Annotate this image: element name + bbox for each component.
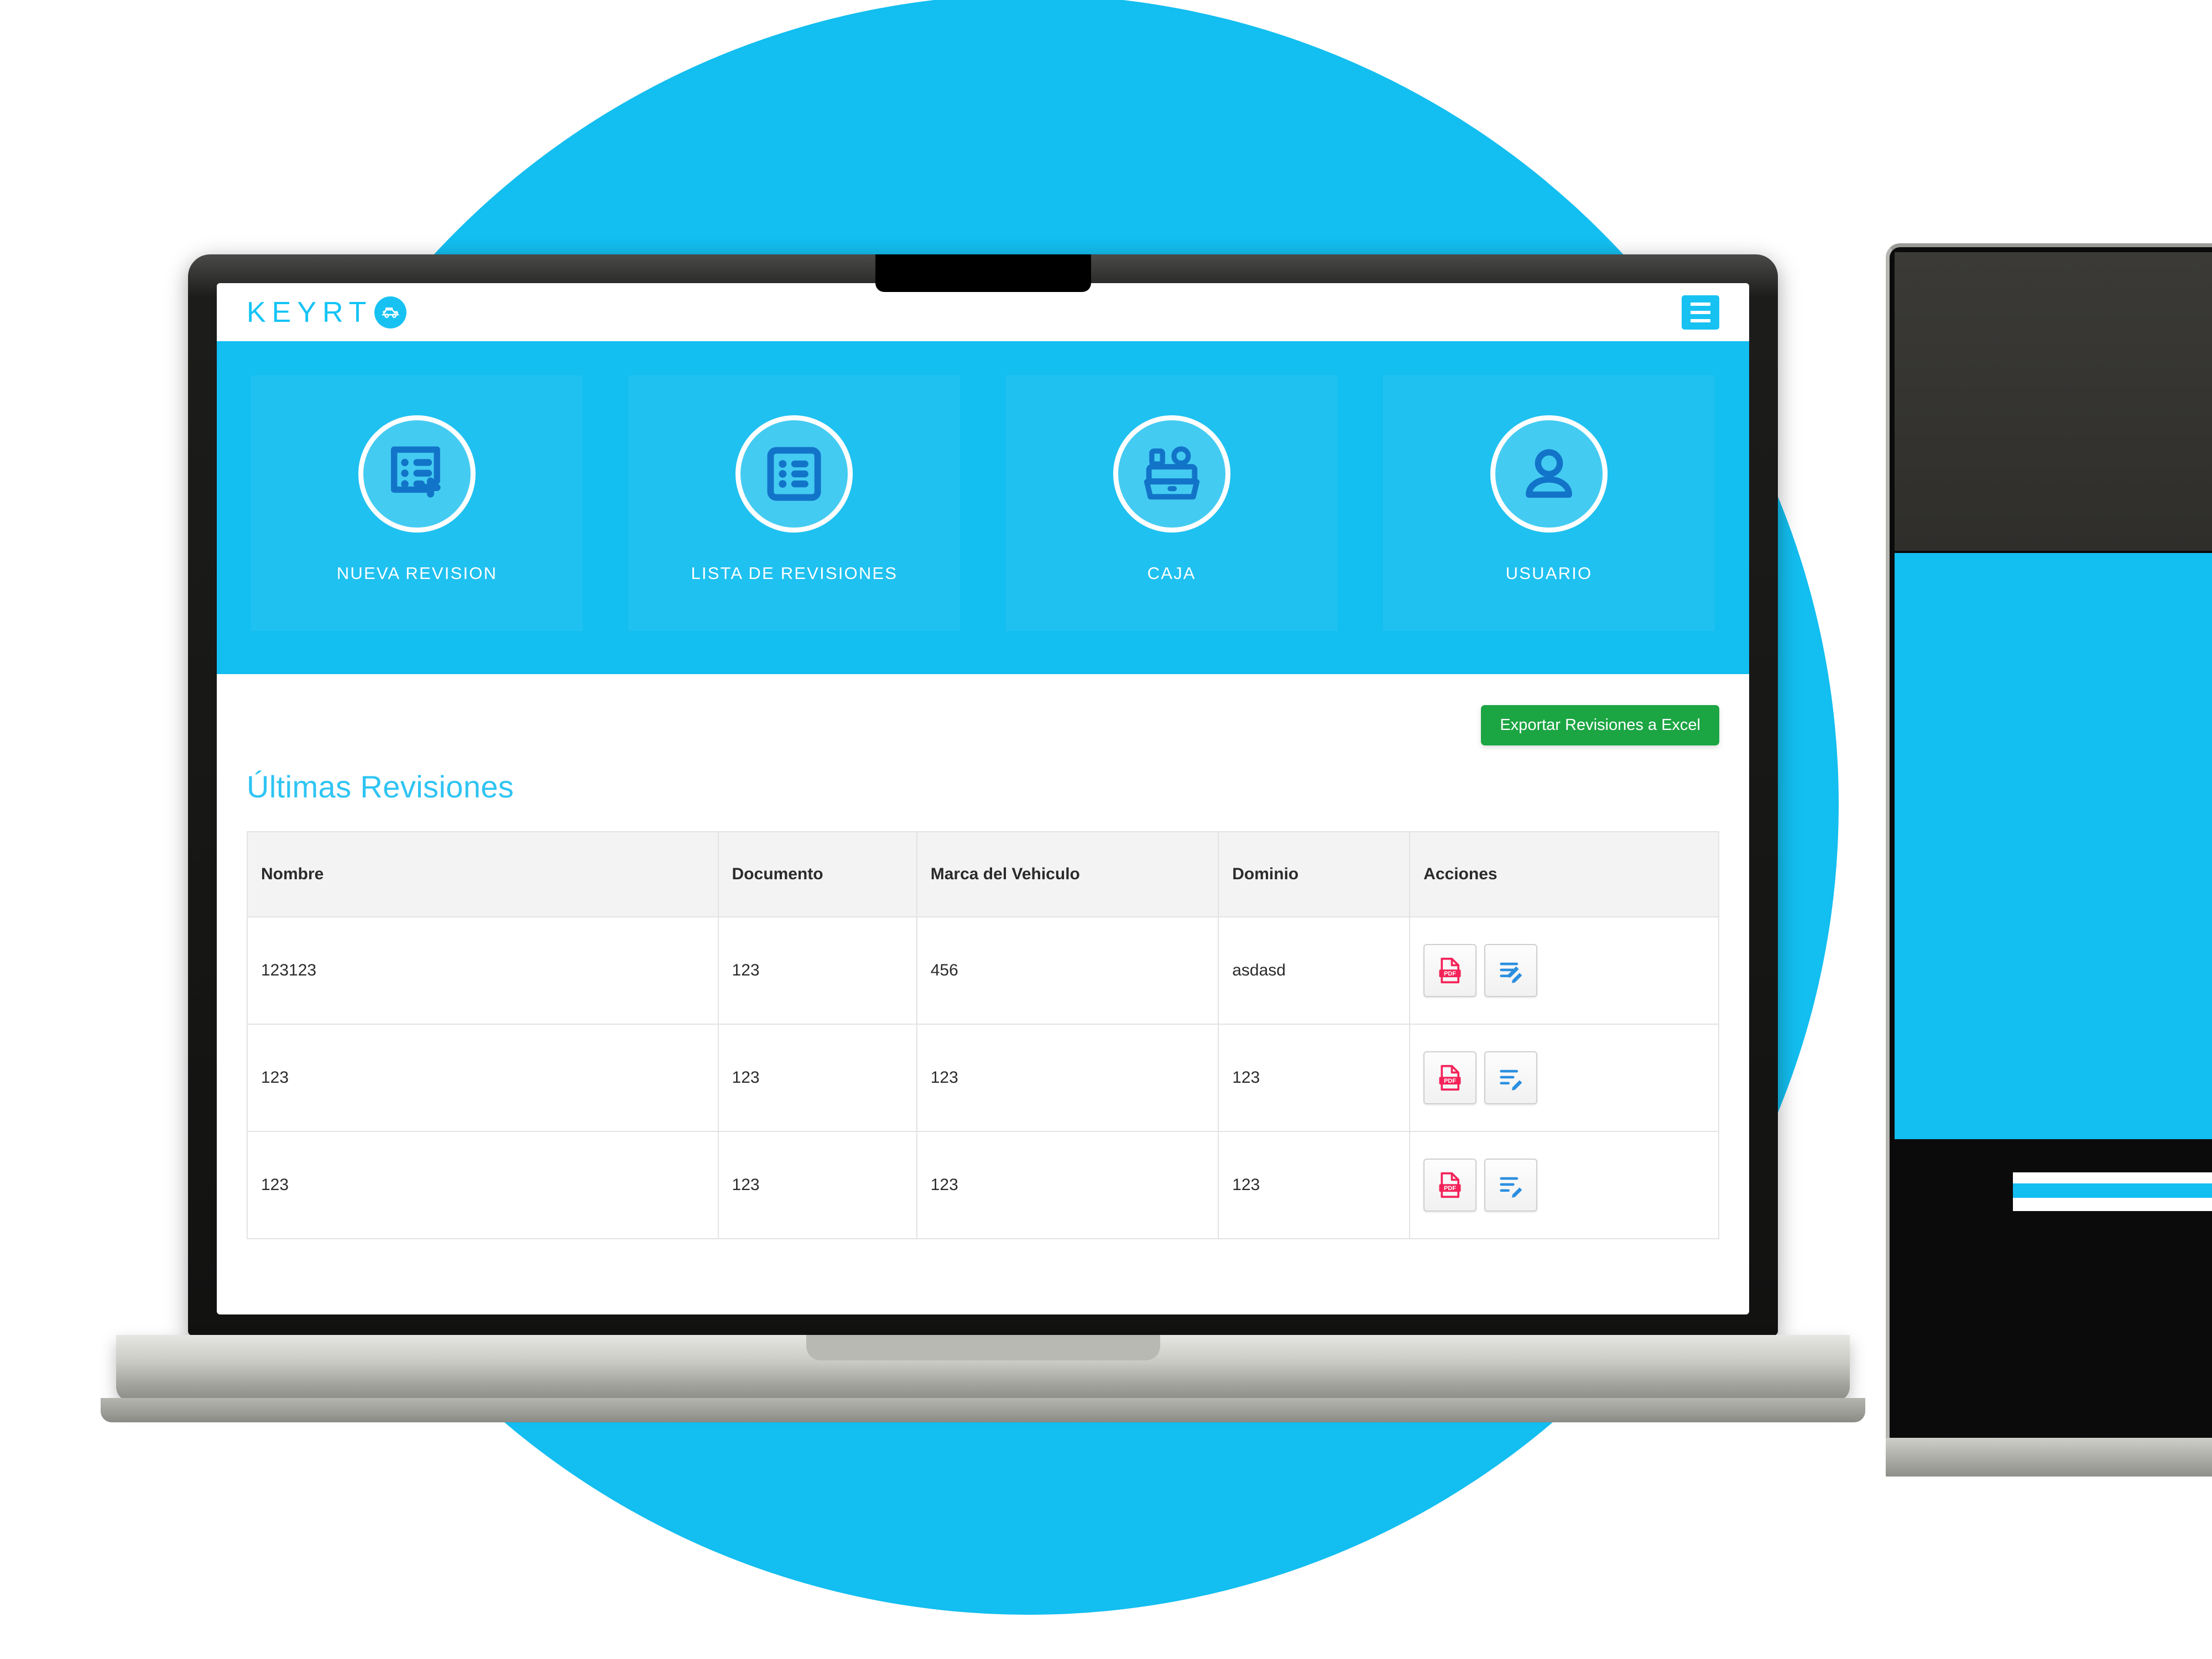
cell-nombre: 123123	[247, 916, 719, 1025]
cell-acciones: PDF	[1409, 916, 1719, 1025]
svg-text:PDF: PDF	[1444, 971, 1456, 977]
nav-card-lista-de-revisiones[interactable]: LISTA DE REVISIONES	[628, 375, 961, 631]
nav-card-label: LISTA DE REVISIONES	[691, 564, 898, 583]
hamburger-menu-icon[interactable]	[1682, 295, 1719, 330]
download-pdf-button[interactable]: PDF	[1423, 1159, 1477, 1212]
nav-card-label: CAJA	[1147, 564, 1196, 583]
cell-dominio: asdasd	[1218, 916, 1411, 1025]
cell-acciones: PDF	[1409, 1131, 1719, 1239]
nav-card-label: NUEVA REVISION	[336, 564, 498, 583]
export-to-excel-button[interactable]: Exportar Revisiones a Excel	[1481, 705, 1719, 745]
cell-marca: 123	[916, 1131, 1219, 1239]
nav-card-label: USUARIO	[1505, 564, 1593, 583]
nav-card-caja[interactable]: CAJA	[1005, 375, 1338, 631]
export-row: Exportar Revisiones a Excel	[247, 674, 1719, 745]
jeep-icon	[374, 296, 407, 328]
laptop-notch	[875, 254, 1091, 292]
secondary-device-screen	[1895, 252, 2212, 551]
laptop-base-foot	[101, 1398, 1865, 1422]
edit-revision-button[interactable]	[1484, 1159, 1538, 1212]
user-icon	[1490, 415, 1608, 533]
edit-revision-button[interactable]	[1484, 944, 1538, 997]
table-row: 123 123 123 123 PDF	[247, 1131, 1719, 1239]
revisions-table: Nombre Documento Marca del Vehiculo Domi…	[247, 831, 1719, 1239]
laptop-base-notch	[806, 1335, 1160, 1360]
laptop-mockup: KEYRT NUEVA REVISION LISTA DE REVISIONES…	[101, 254, 1865, 1422]
secondary-device-body	[1895, 553, 2212, 1139]
row-actions: PDF	[1423, 1051, 1705, 1104]
brand-logo-text: KEYRT	[247, 296, 373, 328]
secondary-device-white-bar-inner	[2013, 1183, 2212, 1198]
hero-nav: NUEVA REVISION LISTA DE REVISIONES CAJA …	[217, 341, 1749, 674]
cell-dominio: 123	[1218, 1024, 1411, 1132]
hamburger-line-2	[1691, 310, 1710, 314]
page-title: Últimas Revisiones	[247, 769, 514, 804]
new-checklist-plus-icon	[358, 415, 476, 533]
laptop-lid: KEYRT NUEVA REVISION LISTA DE REVISIONES…	[188, 254, 1778, 1335]
cell-nombre: 123	[247, 1024, 719, 1132]
main-content: Exportar Revisiones a Excel Últimas Revi…	[217, 674, 1749, 1239]
row-actions: PDF	[1423, 944, 1705, 997]
cell-dominio: 123	[1218, 1131, 1411, 1239]
cell-documento: 123	[717, 916, 917, 1025]
column-header-dominio: Dominio	[1218, 831, 1411, 917]
edit-revision-button[interactable]	[1484, 1051, 1538, 1104]
cash-register-icon	[1113, 415, 1230, 533]
table-header: Nombre Documento Marca del Vehiculo Domi…	[247, 831, 1719, 917]
table-header-row: Nombre Documento Marca del Vehiculo Domi…	[247, 831, 1719, 917]
laptop-base	[101, 1335, 1865, 1422]
secondary-device-base	[1886, 1438, 2212, 1477]
cell-documento: 123	[717, 1024, 917, 1132]
svg-text:PDF: PDF	[1444, 1185, 1456, 1192]
hamburger-line-3	[1691, 319, 1710, 322]
table-body: 123123 123 456 asdasd PDF 123 123 123 12…	[247, 916, 1719, 1239]
svg-text:PDF: PDF	[1444, 1078, 1456, 1084]
column-header-nombre: Nombre	[247, 831, 719, 917]
nav-card-usuario[interactable]: USUARIO	[1383, 375, 1715, 631]
cell-marca: 123	[916, 1024, 1219, 1132]
cell-acciones: PDF	[1409, 1024, 1719, 1132]
table-row: 123 123 123 123 PDF	[247, 1024, 1719, 1132]
download-pdf-button[interactable]: PDF	[1423, 1051, 1477, 1104]
list-icon	[735, 415, 853, 533]
download-pdf-button[interactable]: PDF	[1423, 944, 1477, 997]
browser-viewport: KEYRT NUEVA REVISION LISTA DE REVISIONES…	[217, 283, 1749, 1314]
brand-logo[interactable]: KEYRT	[247, 296, 407, 329]
column-header-acciones: Acciones	[1409, 831, 1719, 917]
cell-documento: 123	[717, 1131, 917, 1239]
column-header-documento: Documento	[717, 831, 917, 917]
hamburger-line-1	[1691, 302, 1710, 306]
cell-nombre: 123	[247, 1131, 719, 1239]
nav-card-nueva-revision[interactable]: NUEVA REVISION	[251, 375, 583, 631]
table-row: 123123 123 456 asdasd PDF	[247, 916, 1719, 1025]
column-header-marca: Marca del Vehiculo	[916, 831, 1219, 917]
cell-marca: 456	[916, 916, 1219, 1025]
secondary-device-mockup	[1886, 243, 2212, 1477]
row-actions: PDF	[1423, 1159, 1705, 1212]
